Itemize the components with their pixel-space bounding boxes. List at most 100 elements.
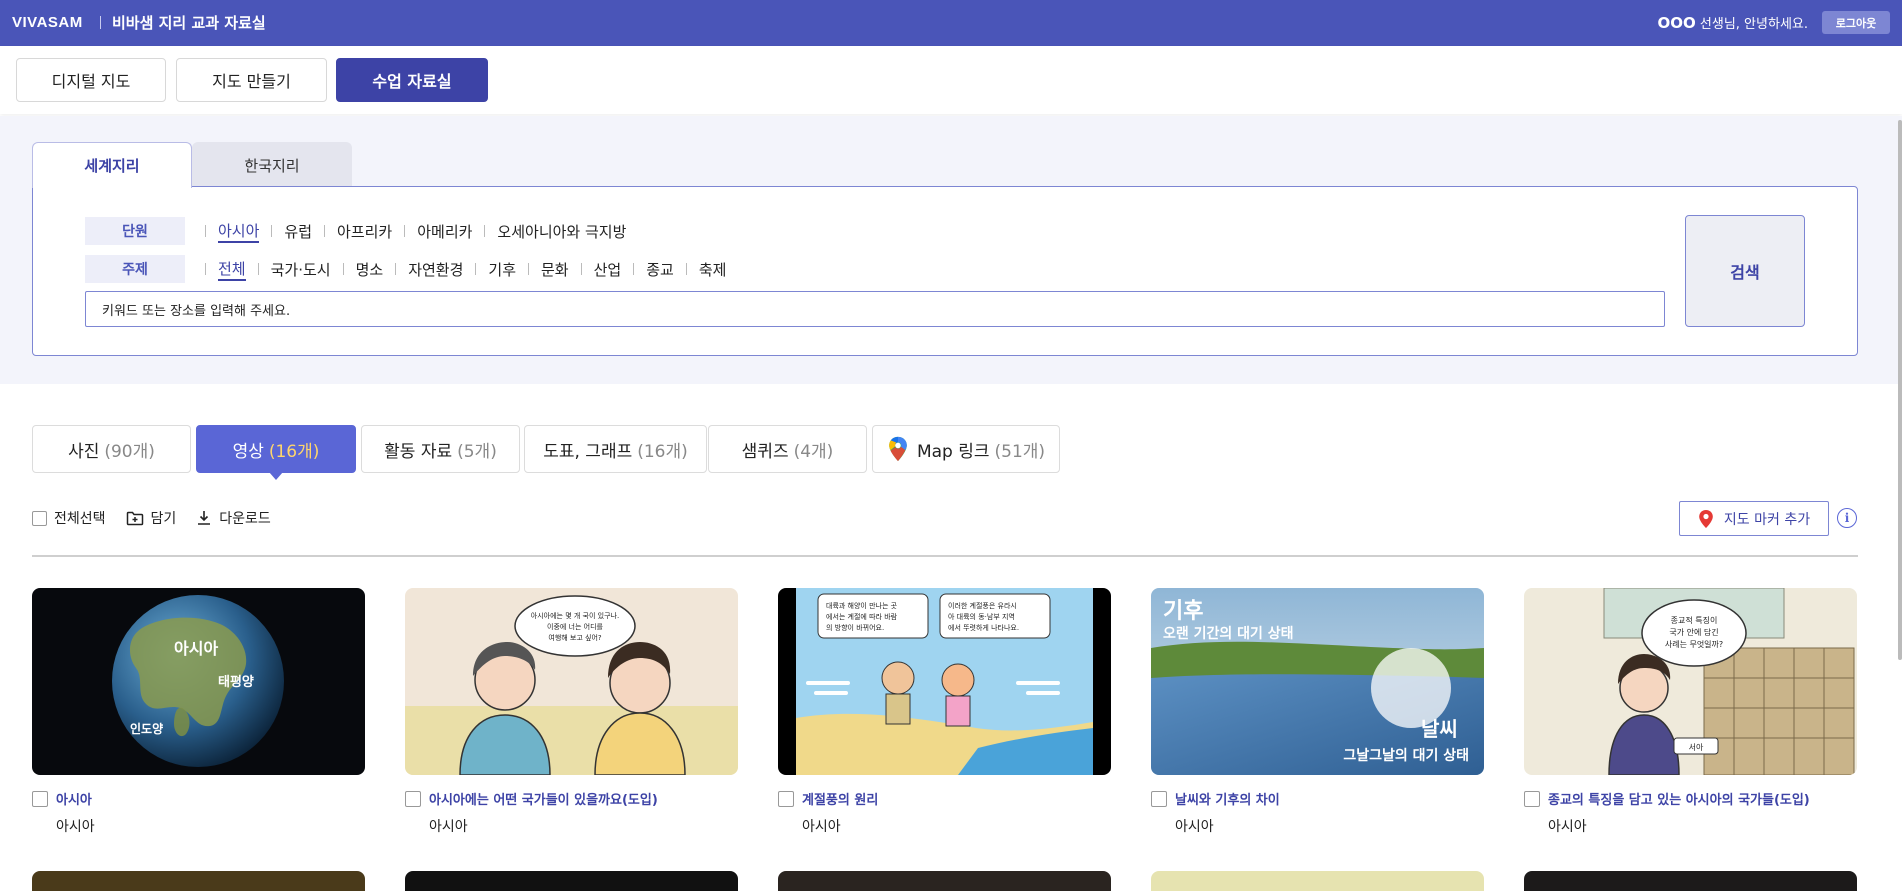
google-maps-pin-icon [889, 436, 907, 462]
user-name: OOO [1657, 14, 1696, 32]
video-thumbnail[interactable]: 아시아에는 몇 개 국이 있구나. 이중에 너는 어디를 여행해 보고 싶어? [405, 588, 738, 775]
unit-europe[interactable]: 유럽 [259, 221, 312, 242]
thumb-label: 여행해 보고 싶어? [548, 633, 602, 642]
keyword-search-input[interactable]: 키워드 또는 장소를 입력해 주세요. [85, 291, 1665, 327]
tab-korea-geography[interactable]: 한국지리 [192, 142, 352, 187]
unit-oceania-polar[interactable]: 오세아니아와 극지방 [472, 221, 626, 242]
download-button[interactable]: 다운로드 [196, 508, 271, 528]
unit-label: 단원 [85, 217, 185, 245]
topic-culture[interactable]: 문화 [516, 259, 569, 280]
card-checkbox[interactable] [778, 790, 794, 807]
card-title[interactable]: 아시아에는 어떤 국가들이 있을까요(도입) [429, 789, 658, 808]
topic-nature[interactable]: 자연환경 [383, 259, 463, 280]
search-button[interactable]: 검색 [1685, 215, 1805, 327]
card-title[interactable]: 아시아 [56, 789, 92, 808]
video-card[interactable]: 대륙과 해양이 만나는 곳 에서는 계절에 따라 바람 의 방향이 바뀌어요. … [778, 588, 1111, 836]
thumb-label: 그날그날의 대기 상태 [1343, 747, 1469, 764]
map-pin-icon [1699, 509, 1713, 528]
thumb-label: 날씨 [1421, 717, 1458, 741]
unit-america[interactable]: 아메리카 [392, 221, 472, 242]
card-title[interactable]: 종교의 특징을 담고 있는 아시아의 국가들(도입) [1548, 789, 1810, 808]
video-thumbnail[interactable] [1524, 871, 1857, 891]
card-title[interactable]: 날씨와 기후의 차이 [1175, 789, 1280, 808]
card-subtitle: 아시아 [1548, 819, 1587, 835]
card-subtitle: 아시아 [429, 819, 468, 835]
checkbox[interactable] [32, 510, 47, 526]
thumb-label: 서아 [1689, 742, 1704, 752]
card-checkbox[interactable] [1151, 790, 1167, 807]
tab-activities[interactable]: 활동 자료 (5개) [361, 425, 520, 473]
card-checkbox[interactable] [1524, 790, 1540, 807]
video-thumbnail[interactable]: 대륙과 해양이 만나는 곳 에서는 계절에 따라 바람 의 방향이 바뀌어요. … [778, 588, 1111, 775]
video-thumbnail[interactable] [32, 871, 365, 891]
thumb-label: 이러한 계절풍은 유라시 [948, 601, 1017, 610]
thumb-label: 에서는 계절에 따라 바람 [826, 612, 898, 621]
vivasam-logo[interactable]: VIVASAM [12, 14, 83, 31]
nav-class-materials[interactable]: 수업 자료실 [336, 58, 488, 102]
thumb-label: 기후 [1163, 599, 1203, 624]
thumb-label: 종교적 특징이 [1671, 615, 1718, 625]
site-title[interactable]: 비바샘 지리 교과 자료실 [112, 12, 266, 33]
topic-festival[interactable]: 축제 [674, 259, 726, 280]
list-toolbar: 전체선택 담기 다운로드 [32, 508, 291, 528]
video-thumbnail[interactable]: 종교적 특징이 국가 안에 담긴 사례는 무엇일까? 서아 [1524, 588, 1857, 775]
scrollbar[interactable] [1898, 120, 1902, 660]
tab-world-geography[interactable]: 세계지리 [32, 142, 192, 188]
select-all-checkbox[interactable]: 전체선택 [32, 508, 106, 528]
thumb-label: 국가 안에 담긴 [1669, 627, 1718, 637]
unit-asia[interactable]: 아시아 [193, 220, 260, 243]
topic-label: 주제 [85, 255, 185, 283]
save-button[interactable]: 담기 [126, 508, 176, 528]
topic-all[interactable]: 전체 [193, 258, 246, 281]
tab-quiz[interactable]: 샘퀴즈 (4개) [708, 425, 867, 473]
video-card[interactable]: 아시아에는 몇 개 국이 있구나. 이중에 너는 어디를 여행해 보고 싶어? … [405, 588, 738, 836]
video-thumbnail[interactable] [778, 871, 1111, 891]
card-subtitle: 아시아 [802, 819, 841, 835]
thumb-label: 대륙과 해양이 만나는 곳 [826, 601, 898, 610]
card-checkbox[interactable] [405, 790, 421, 807]
video-thumbnail[interactable] [1151, 871, 1484, 891]
divider [32, 555, 1858, 557]
video-card[interactable]: 기후 오랜 기간의 대기 상태 날씨 그날그날의 대기 상태 날씨와 기후의 차… [1151, 588, 1484, 836]
thumb-label: 아 대륙의 동·남부 지역 [948, 612, 1015, 621]
topic-industry[interactable]: 산업 [569, 259, 621, 280]
card-subtitle: 아시아 [1175, 819, 1214, 835]
add-map-marker-button[interactable]: 지도 마커 추가 [1679, 501, 1829, 536]
card-title[interactable]: 계절풍의 원리 [802, 789, 878, 808]
search-panel: 단원 아시아 유럽 아프리카 아메리카 오세아니아와 극지방 주제 전체 국가·… [32, 186, 1858, 356]
divider [100, 16, 101, 29]
topic-landmark[interactable]: 명소 [331, 259, 383, 280]
thumb-label: 오랜 기간의 대기 상태 [1163, 625, 1294, 642]
tab-photos[interactable]: 사진 (90개) [32, 425, 191, 473]
tab-charts-graphs[interactable]: 도표, 그래프 (16개) [524, 425, 707, 473]
tab-videos[interactable]: 영상 (16개) [196, 425, 356, 480]
unit-options: 아시아 유럽 아프리카 아메리카 오세아니아와 극지방 [193, 217, 626, 245]
thumb-label: 태평양 [218, 674, 254, 690]
nav-digital-map[interactable]: 디지털 지도 [16, 58, 166, 102]
tab-map-links[interactable]: Map 링크 (51개) [872, 425, 1060, 473]
topic-climate[interactable]: 기후 [463, 259, 516, 280]
topic-country-city[interactable]: 국가·도시 [246, 259, 331, 280]
card-subtitle: 아시아 [56, 819, 95, 835]
download-icon [198, 511, 211, 525]
nav-map-maker[interactable]: 지도 만들기 [176, 58, 327, 102]
folder-plus-icon [126, 511, 143, 526]
thumb-label: 사례는 무엇일까? [1665, 639, 1723, 649]
topic-religion[interactable]: 종교 [621, 259, 674, 280]
greeting-text: 선생님, 안녕하세요. [1695, 17, 1808, 32]
video-thumbnail[interactable]: 기후 오랜 기간의 대기 상태 날씨 그날그날의 대기 상태 [1151, 588, 1484, 775]
video-card[interactable]: 종교적 특징이 국가 안에 담긴 사례는 무엇일까? 서아 종교의 특징을 담고… [1524, 588, 1857, 836]
card-checkbox[interactable] [32, 790, 48, 807]
video-card[interactable]: 아시아 태평양 인도양 아시아 아시아 [32, 588, 365, 836]
top-bar: VIVASAM 비바샘 지리 교과 자료실 OOO 선생님, 안녕하세요. 로그… [0, 0, 1902, 46]
thumb-label: 이중에 너는 어디를 [547, 622, 604, 631]
video-thumbnail[interactable] [405, 871, 738, 891]
video-thumbnail[interactable]: 아시아 태평양 인도양 [32, 588, 365, 775]
logout-button[interactable]: 로그아웃 [1822, 11, 1890, 34]
thumb-label: 아시아에는 몇 개 국이 있구나. [531, 611, 619, 620]
info-icon[interactable]: i [1837, 508, 1857, 528]
unit-africa[interactable]: 아프리카 [312, 221, 392, 242]
thumb-label: 에서 뚜렷하게 나타나요. [948, 623, 1019, 632]
topic-options: 전체 국가·도시 명소 자연환경 기후 문화 산업 종교 축제 [193, 255, 726, 283]
greeting: OOO 선생님, 안녕하세요. [1658, 13, 1808, 32]
